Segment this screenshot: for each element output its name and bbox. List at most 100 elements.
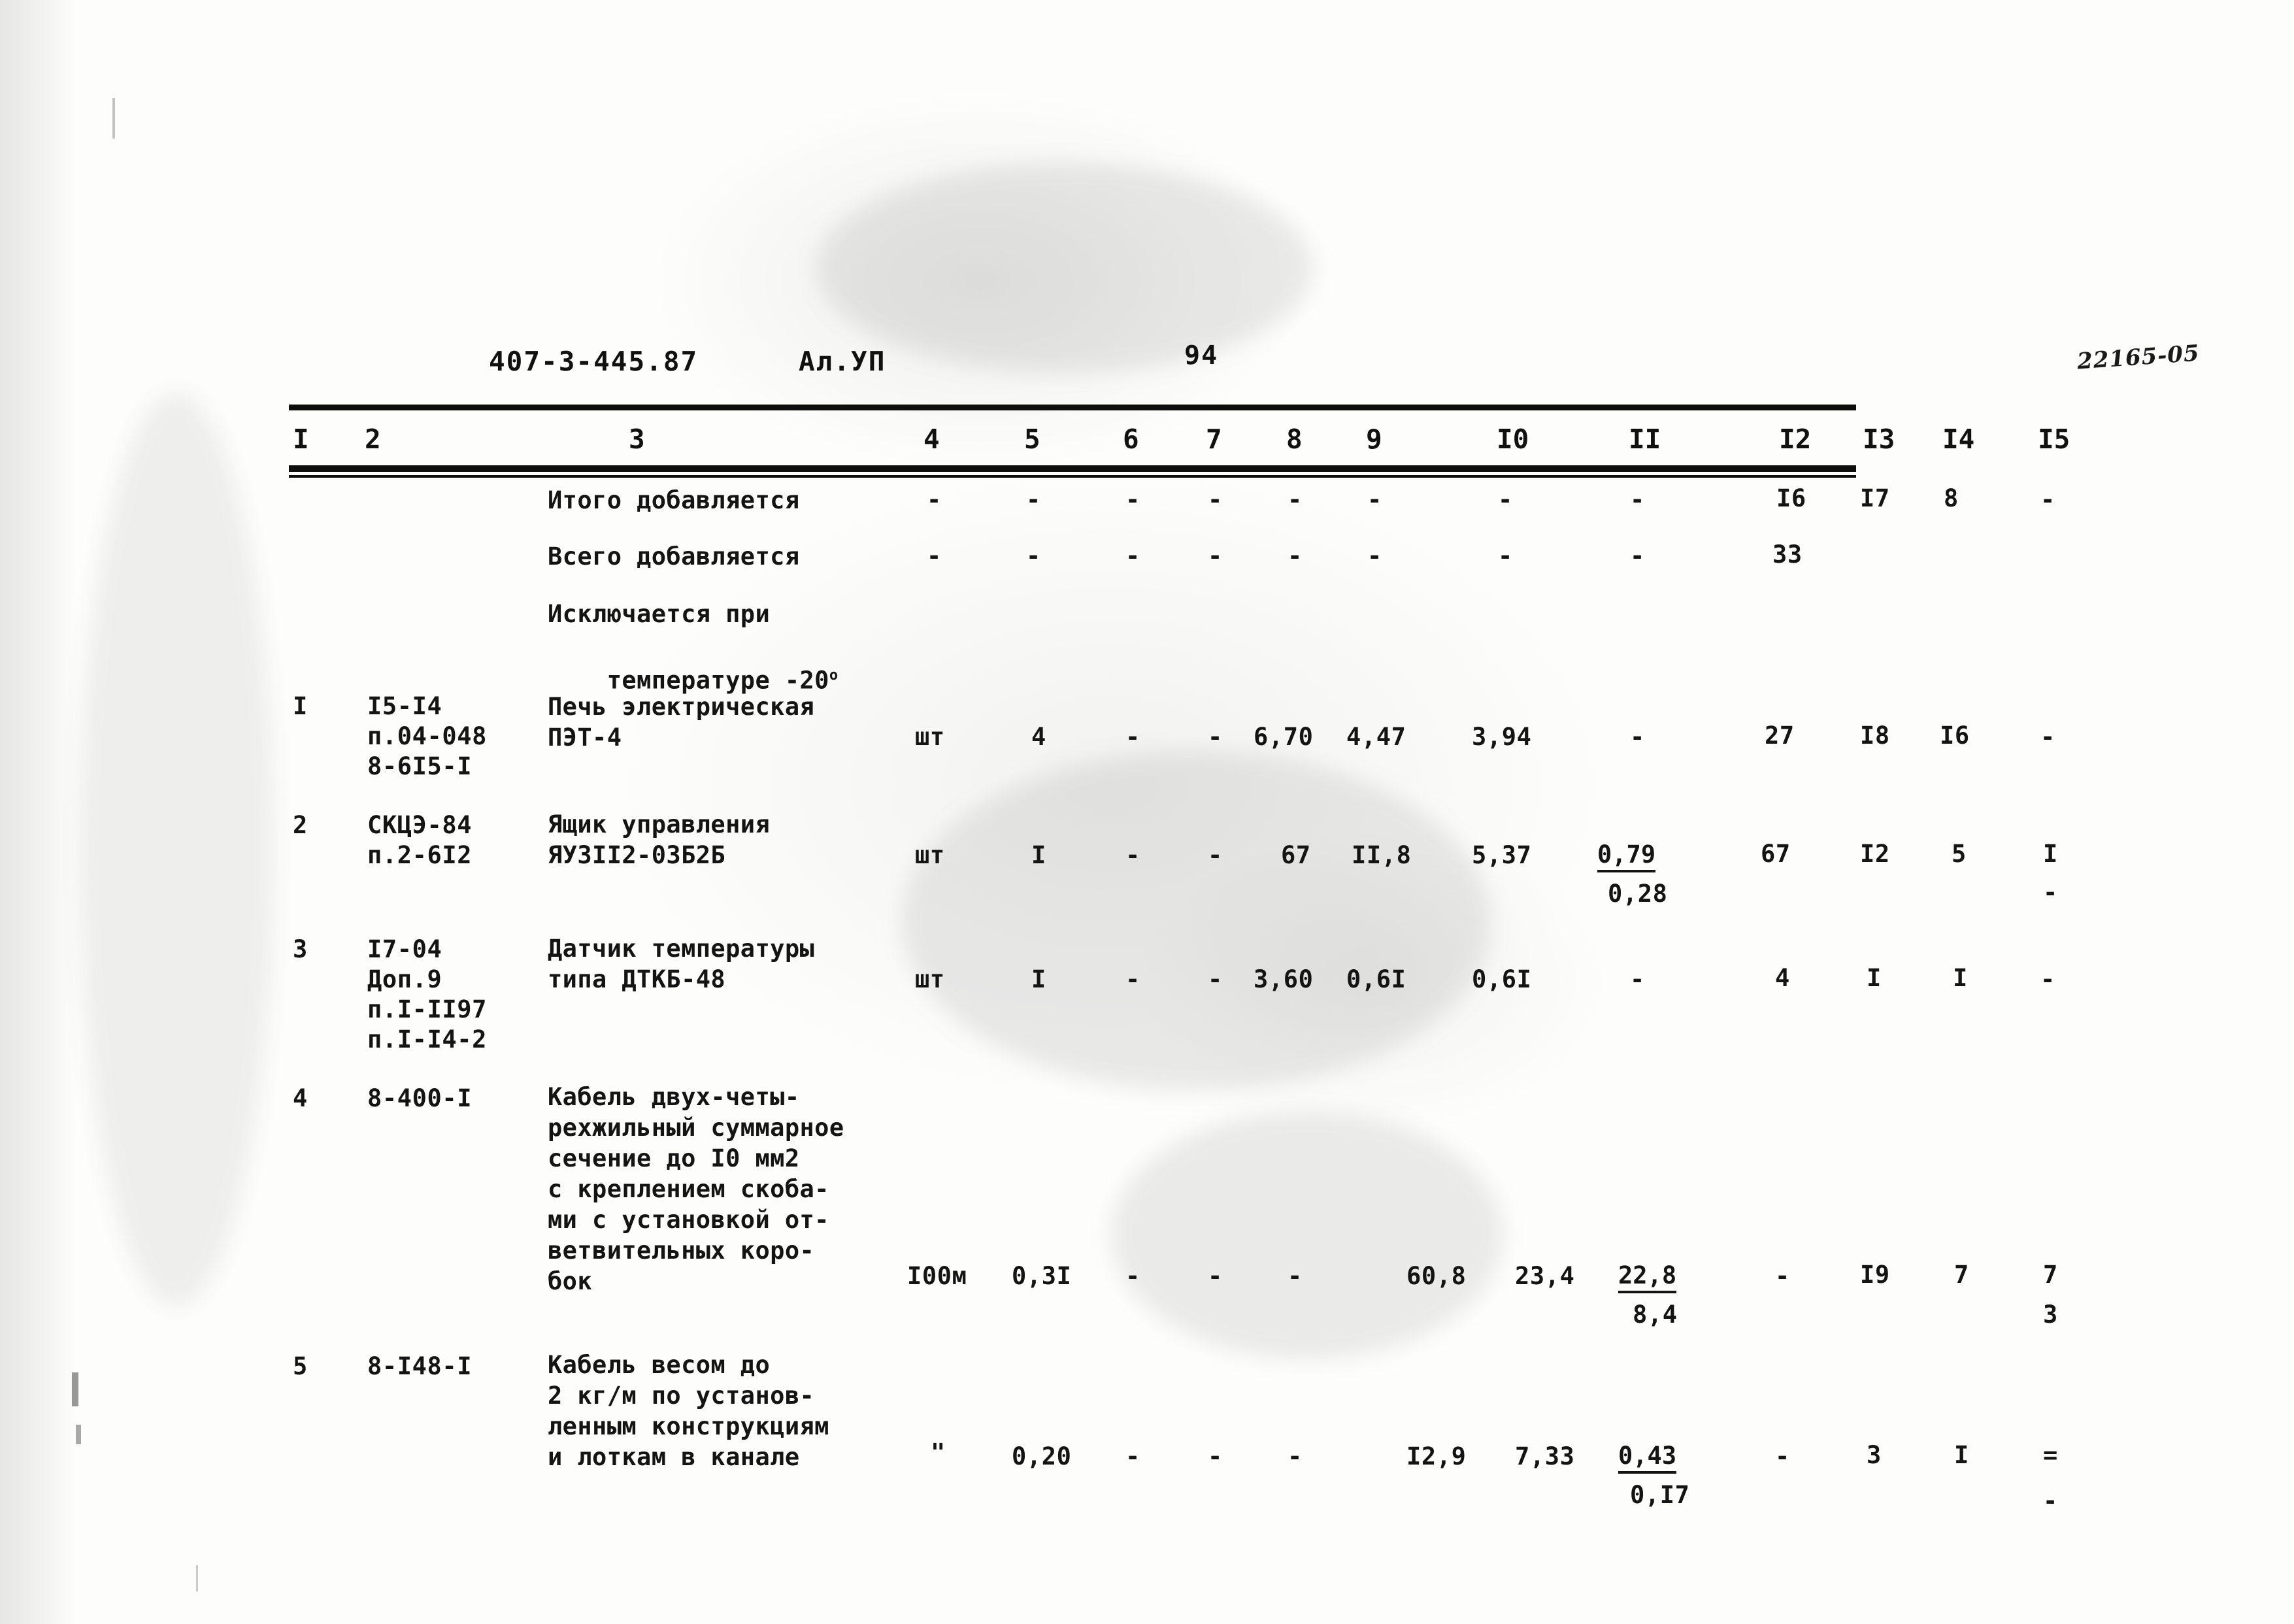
row-description-line: и лоткам в канале — [548, 1443, 800, 1471]
row-cell-11-numerator: 0,43 — [1618, 1442, 1677, 1474]
section-note-line-2: температуре -20 — [607, 666, 829, 695]
summary-cell-11: - — [1630, 542, 1645, 570]
summary-cell-10: - — [1498, 542, 1513, 570]
column-header-14: I4 — [1942, 423, 1975, 455]
row-cell-7: - — [1208, 841, 1223, 869]
summary-cell-12: I6 — [1776, 484, 1806, 512]
page-number: 94 — [1184, 340, 1219, 371]
column-header-2: 2 — [365, 423, 381, 455]
column-header-6: 6 — [1123, 423, 1139, 455]
column-header-3: 3 — [629, 423, 645, 455]
row-description-line: Печь электрическая — [548, 693, 815, 721]
column-header-8: 8 — [1286, 423, 1303, 455]
summary-cell-6: - — [1125, 486, 1140, 514]
summary-cell-7: - — [1208, 542, 1223, 570]
row-cell-11-denominator: 8,4 — [1633, 1301, 1678, 1329]
row-number: 5 — [293, 1352, 308, 1380]
table-header-rule-thin — [289, 475, 1856, 478]
row-cell-5: 4 — [1031, 723, 1046, 751]
row-cell-8: - — [1288, 1262, 1303, 1290]
row-description-line: типа ДТКБ-48 — [548, 965, 726, 993]
row-cell-9: 0,6I — [1346, 965, 1406, 993]
row-cell-8: 6,70 — [1254, 723, 1314, 751]
summary-cell-12: 33 — [1772, 540, 1803, 569]
row-cell-11-numerator: 22,8 — [1618, 1261, 1677, 1293]
row-cell-5: 0,20 — [1012, 1442, 1072, 1470]
row-cell-12: 27 — [1765, 721, 1795, 750]
table-header-rule — [289, 465, 1856, 472]
row-cell-11: - — [1630, 723, 1645, 751]
row-cell-14: I6 — [1940, 721, 1970, 750]
row-cell-10: 7,33 — [1515, 1442, 1575, 1470]
row-number: 3 — [293, 935, 308, 963]
row-description-line: Датчик температуры — [548, 935, 815, 963]
row-unit: " — [931, 1438, 946, 1467]
row-unit: шт — [915, 965, 945, 993]
row-cell-14: I — [1953, 964, 1968, 992]
row-cell-15: = — [2043, 1441, 2058, 1469]
row-unit: I00м — [907, 1262, 967, 1290]
row-code-line: 8-400-I — [367, 1084, 473, 1112]
column-header-12: I2 — [1779, 423, 1812, 455]
column-header-13: I3 — [1863, 423, 1895, 455]
summary-cell-14: 8 — [1944, 484, 1959, 512]
row-cell-8: - — [1288, 1442, 1303, 1470]
summary-cell-8: - — [1288, 542, 1303, 570]
row-description-line: ЯУ3II2-03Б2Б — [548, 841, 726, 869]
row-cell-7: - — [1208, 965, 1223, 993]
row-number: 4 — [293, 1084, 308, 1112]
column-header-9: 9 — [1366, 423, 1382, 455]
row-description-line: с креплением скоба- — [548, 1175, 829, 1203]
row-description-line: ПЭТ-4 — [548, 723, 622, 752]
summary-cell-10: - — [1498, 486, 1513, 514]
row-cell-12: 4 — [1775, 964, 1790, 992]
row-cell-13: I8 — [1860, 721, 1890, 750]
row-description-line: сечение до I0 мм2 — [548, 1144, 800, 1172]
row-description-line: бок — [548, 1267, 593, 1295]
summary-cell-5: - — [1026, 542, 1041, 570]
row-cell-10: 0,6I — [1472, 965, 1532, 993]
row-cell-11-denominator: 0,I7 — [1630, 1481, 1690, 1509]
row-cell-15-denominator: - — [2043, 878, 2058, 906]
row-cell-11: - — [1630, 965, 1645, 993]
row-cell-10: 5,37 — [1472, 841, 1532, 869]
row-cell-6: - — [1125, 965, 1140, 993]
row-cell-13: I9 — [1860, 1261, 1890, 1289]
summary-cell-4: - — [927, 542, 942, 570]
summary-cell-9: - — [1367, 542, 1382, 570]
row-cell-8: 3,60 — [1254, 965, 1314, 993]
row-cell-10: 3,94 — [1472, 723, 1532, 751]
row-cell-15: 7 — [2043, 1261, 2058, 1289]
row-code-line: п.2-6I2 — [367, 841, 473, 869]
row-cell-7: - — [1208, 1262, 1223, 1290]
row-code-line: п.I-II97 — [367, 995, 488, 1023]
row-description-line: ветвительных коро- — [548, 1236, 815, 1265]
row-cell-15: I — [2043, 840, 2058, 868]
row-code-line: п.I-I4-2 — [367, 1025, 488, 1053]
summary-cell-15: - — [2040, 486, 2055, 514]
row-cell-7: - — [1208, 723, 1223, 751]
row-number: I — [293, 692, 308, 720]
row-code-line: 8-I48-I — [367, 1352, 473, 1380]
row-unit: шт — [915, 841, 945, 869]
summary-cell-6: - — [1125, 542, 1140, 570]
degree-sign: о — [829, 667, 839, 684]
summary-row-label: Итого добавляется — [548, 486, 800, 514]
section-note-line-1: Исключается при — [548, 600, 771, 628]
row-cell-15-denominator: - — [2043, 1487, 2058, 1515]
column-header-11: II — [1629, 423, 1661, 455]
row-cell-15: - — [2040, 723, 2055, 751]
row-cell-13: I — [1867, 964, 1882, 992]
row-cell-5: I — [1031, 965, 1046, 993]
row-cell-5: I — [1031, 841, 1046, 869]
row-description-line: Кабель весом до — [548, 1351, 771, 1379]
row-cell-13: I2 — [1860, 840, 1890, 868]
row-cell-5: 0,3I — [1012, 1262, 1072, 1290]
row-code-line: 8-6I5-I — [367, 752, 473, 780]
row-cell-6: - — [1125, 723, 1140, 751]
summary-cell-7: - — [1208, 486, 1223, 514]
row-code-line: Доп.9 — [367, 965, 442, 993]
row-description-line: Кабель двух-четы- — [548, 1083, 800, 1111]
album-label: Ал.УП — [799, 346, 886, 377]
row-cell-9: 60,8 — [1406, 1262, 1467, 1290]
